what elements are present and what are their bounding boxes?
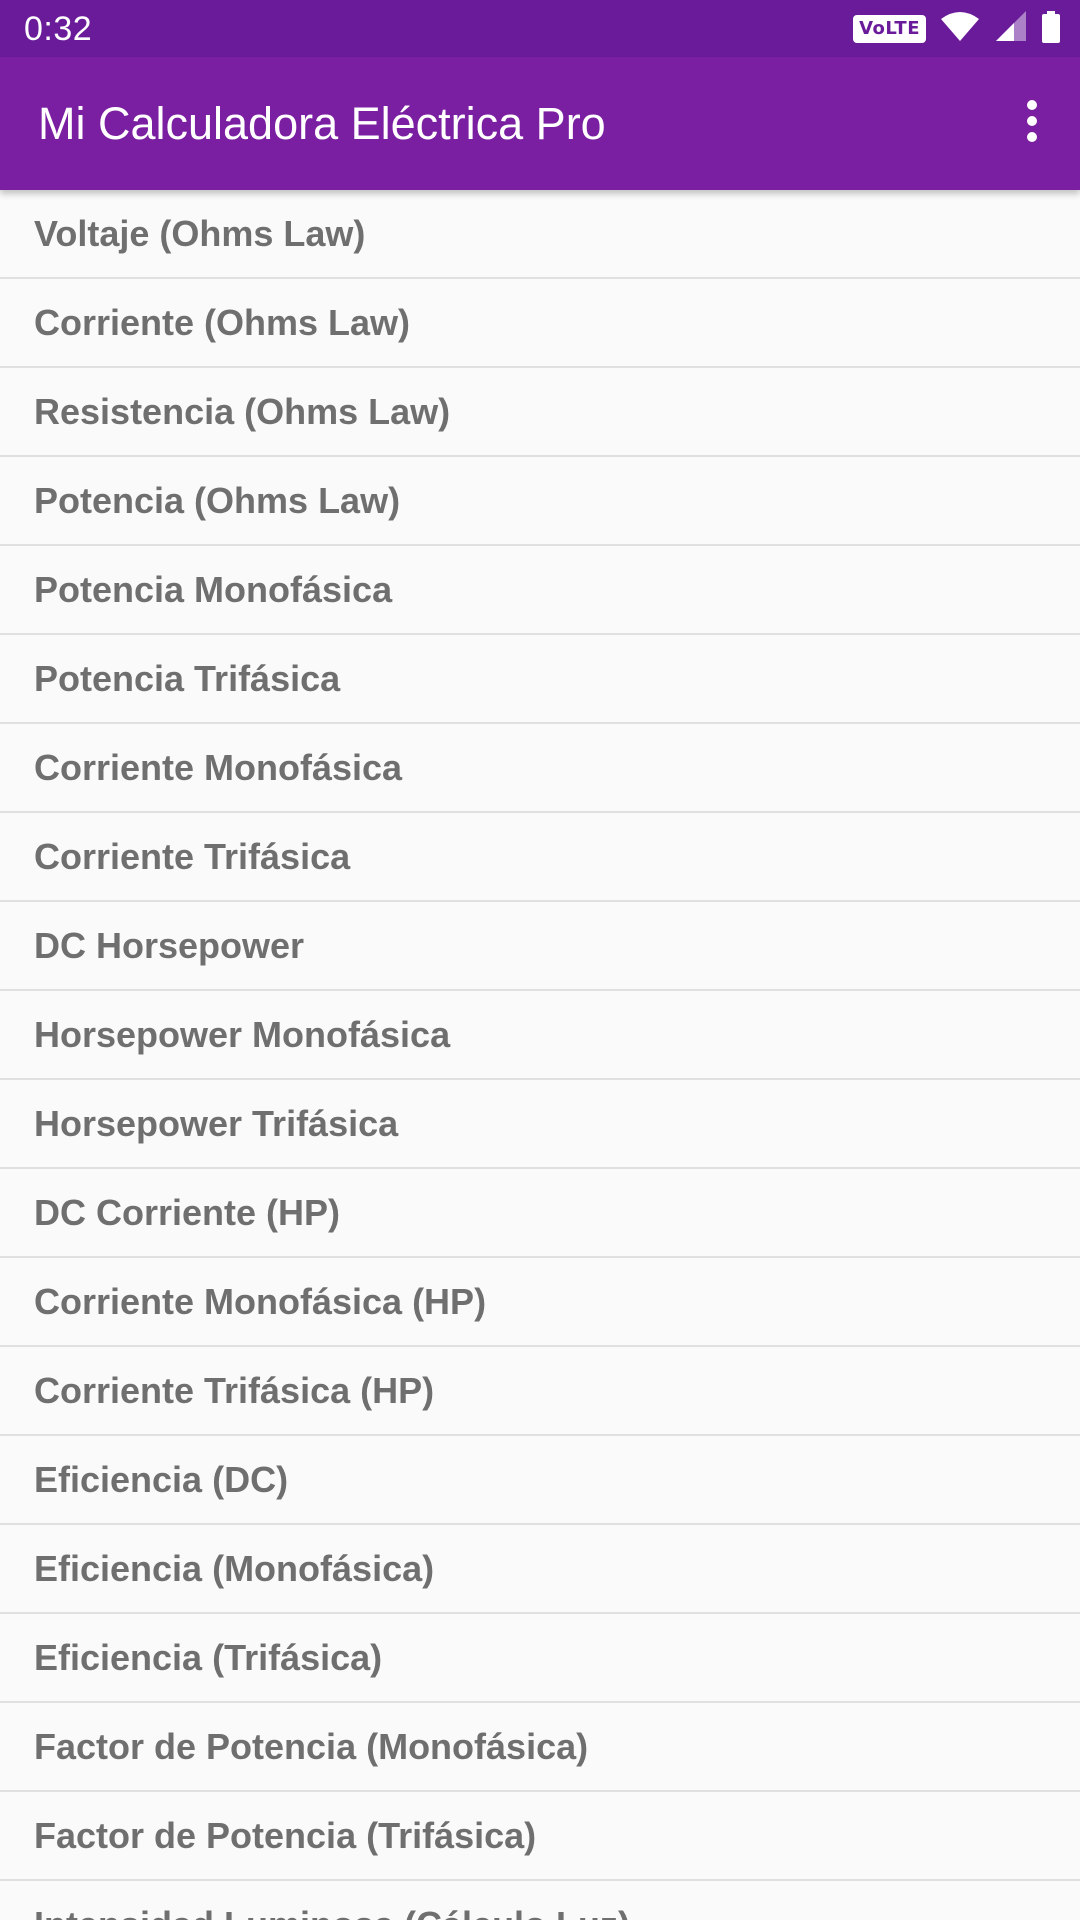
- app-bar: Mi Calculadora Eléctrica Pro: [0, 57, 1080, 190]
- list-item-potencia-monofasica[interactable]: Potencia Monofásica: [0, 546, 1080, 635]
- battery-icon: [1042, 10, 1060, 48]
- status-bar: 0:32 VoLTE: [0, 0, 1080, 57]
- list-item-horsepower-trifasica[interactable]: Horsepower Trifásica: [0, 1080, 1080, 1169]
- list-item-eficiencia-dc[interactable]: Eficiencia (DC): [0, 1436, 1080, 1525]
- list-item-label: Potencia Monofásica: [34, 568, 393, 610]
- more-options-button[interactable]: [1000, 91, 1064, 155]
- list-item-corriente[interactable]: Corriente (Ohms Law): [0, 279, 1080, 368]
- list-item-label: Corriente Monofásica: [34, 746, 403, 788]
- list-item-voltaje[interactable]: Voltaje (Ohms Law): [0, 190, 1080, 279]
- list-item-label: Horsepower Trifásica: [34, 1102, 399, 1144]
- list-item-label: Factor de Potencia (Trifásica): [34, 1814, 537, 1856]
- more-vert-icon: [1026, 99, 1038, 148]
- list-item-corriente-monofasica[interactable]: Corriente Monofásica: [0, 724, 1080, 813]
- list-item-label: Corriente Monofásica (HP): [34, 1280, 487, 1322]
- list-item-label: Eficiencia (Monofásica): [34, 1547, 435, 1589]
- list-item-label: Corriente Trifásica: [34, 835, 351, 877]
- list-item-label: Eficiencia (Trifásica): [34, 1636, 383, 1678]
- list-item-resistencia[interactable]: Resistencia (Ohms Law): [0, 368, 1080, 457]
- app-title: Mi Calculadora Eléctrica Pro: [38, 98, 606, 149]
- list-item-label: Corriente (Ohms Law): [34, 301, 411, 343]
- list-item-eficiencia-monofasica[interactable]: Eficiencia (Monofásica): [0, 1525, 1080, 1614]
- list-item-label: DC Horsepower: [34, 924, 305, 966]
- list-item-corriente-monofasica-hp[interactable]: Corriente Monofásica (HP): [0, 1258, 1080, 1347]
- cell-signal-icon: [994, 10, 1028, 48]
- calculator-list: Voltaje (Ohms Law) Corriente (Ohms Law) …: [0, 190, 1080, 1920]
- list-item-factor-potencia-trifasica[interactable]: Factor de Potencia (Trifásica): [0, 1792, 1080, 1881]
- list-item-dc-corriente-hp[interactable]: DC Corriente (HP): [0, 1169, 1080, 1258]
- list-item-label: Voltaje (Ohms Law): [34, 212, 366, 254]
- list-item-label: Potencia Trifásica: [34, 657, 341, 699]
- list-item-label: Eficiencia (DC): [34, 1458, 289, 1500]
- list-item-horsepower-monofasica[interactable]: Horsepower Monofásica: [0, 991, 1080, 1080]
- list-item-label: Resistencia (Ohms Law): [34, 390, 451, 432]
- list-item-label: Potencia (Ohms Law): [34, 479, 401, 521]
- list-item-factor-potencia-monofasica[interactable]: Factor de Potencia (Monofásica): [0, 1703, 1080, 1792]
- list-item-potencia-trifasica[interactable]: Potencia Trifásica: [0, 635, 1080, 724]
- volte-icon: VoLTE: [853, 15, 926, 43]
- wifi-icon: [940, 11, 980, 48]
- list-item-label: DC Corriente (HP): [34, 1191, 341, 1233]
- list-item-label: Factor de Potencia (Monofásica): [34, 1725, 589, 1767]
- status-time: 0:32: [24, 10, 93, 48]
- list-item-label: Horsepower Monofásica: [34, 1013, 451, 1055]
- list-item-corriente-trifasica-hp[interactable]: Corriente Trifásica (HP): [0, 1347, 1080, 1436]
- list-item-label: Intensidad Luminosa (Cálculo Luz): [34, 1904, 630, 1920]
- status-icons: VoLTE: [853, 10, 1060, 48]
- list-item-intensidad-luminosa[interactable]: Intensidad Luminosa (Cálculo Luz): [0, 1881, 1080, 1920]
- list-item-potencia[interactable]: Potencia (Ohms Law): [0, 457, 1080, 546]
- list-item-corriente-trifasica[interactable]: Corriente Trifásica: [0, 813, 1080, 902]
- list-item-label: Corriente Trifásica (HP): [34, 1369, 435, 1411]
- list-item-dc-horsepower[interactable]: DC Horsepower: [0, 902, 1080, 991]
- list-item-eficiencia-trifasica[interactable]: Eficiencia (Trifásica): [0, 1614, 1080, 1703]
